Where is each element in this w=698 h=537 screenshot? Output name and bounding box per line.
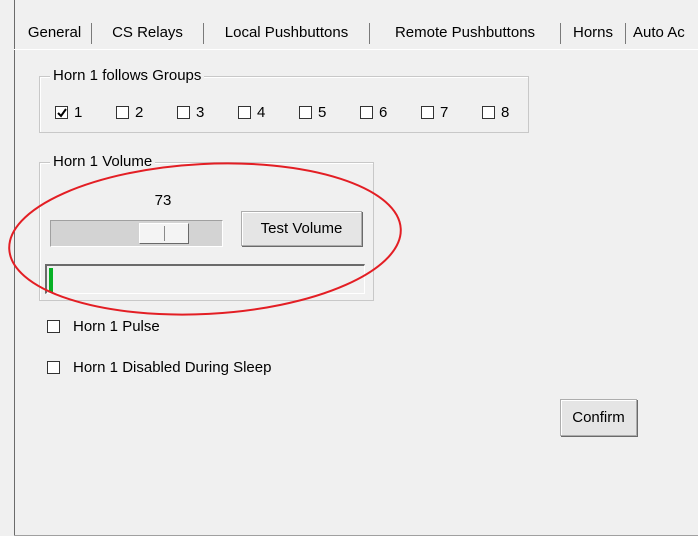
tab-auto-ac[interactable]: Auto Ac (626, 17, 698, 49)
horn-sleep-disable-checkbox[interactable]: Horn 1 Disabled During Sleep (47, 358, 347, 378)
horn-pulse-checkbox[interactable]: Horn 1 Pulse (47, 317, 247, 337)
horn-groups-groupbox: Horn 1 follows Groups 1 2 3 4 5 6 7 8 (39, 67, 529, 133)
checkbox-box[interactable] (421, 106, 434, 119)
checkbox-box[interactable] (482, 106, 495, 119)
checkmark-icon (57, 108, 67, 118)
tab-strip-underline (14, 49, 698, 50)
group-checkbox-label: 2 (135, 104, 144, 121)
tab-horns[interactable]: Horns (561, 17, 625, 49)
horns-settings-window: General CS Relays Local Pushbuttons Remo… (0, 0, 698, 537)
horn-sleep-disable-label: Horn 1 Disabled During Sleep (73, 359, 272, 376)
volume-level-meter (45, 264, 365, 294)
checkbox-box[interactable] (116, 106, 129, 119)
group-checkbox-label: 8 (501, 104, 510, 121)
confirm-button[interactable]: Confirm (560, 399, 637, 436)
group-checkbox-label: 1 (74, 104, 83, 121)
tab-local-pushbuttons[interactable]: Local Pushbuttons (204, 17, 369, 49)
slider-thumb-grip (164, 226, 165, 241)
checkbox-box[interactable] (238, 106, 251, 119)
checkbox-box[interactable] (47, 361, 60, 374)
tab-cs-relays[interactable]: CS Relays (92, 17, 203, 49)
checkbox-box[interactable] (55, 106, 68, 119)
horn-groups-title: Horn 1 follows Groups (50, 67, 205, 85)
checkbox-box[interactable] (360, 106, 373, 119)
group-checkbox-label: 7 (440, 104, 449, 121)
horn-volume-title: Horn 1 Volume (50, 153, 156, 171)
volume-slider-thumb[interactable] (139, 223, 189, 244)
group-checkbox-label: 4 (257, 104, 266, 121)
pane-left-border (14, 0, 15, 536)
tab-general[interactable]: General (18, 17, 91, 49)
tab-strip: General CS Relays Local Pushbuttons Remo… (18, 17, 698, 49)
checkbox-box[interactable] (177, 106, 190, 119)
group-checkbox-label: 5 (318, 104, 327, 121)
group-checkbox-label: 6 (379, 104, 388, 121)
group-checkbox-label: 3 (196, 104, 205, 121)
volume-slider[interactable] (50, 220, 223, 247)
test-volume-button[interactable]: Test Volume (241, 211, 362, 246)
horn-pulse-label: Horn 1 Pulse (73, 318, 160, 335)
checkbox-box[interactable] (47, 320, 60, 333)
checkbox-box[interactable] (299, 106, 312, 119)
volume-level-fill (49, 268, 53, 292)
tab-remote-pushbuttons[interactable]: Remote Pushbuttons (370, 17, 560, 49)
volume-value-label: 73 (154, 192, 172, 209)
